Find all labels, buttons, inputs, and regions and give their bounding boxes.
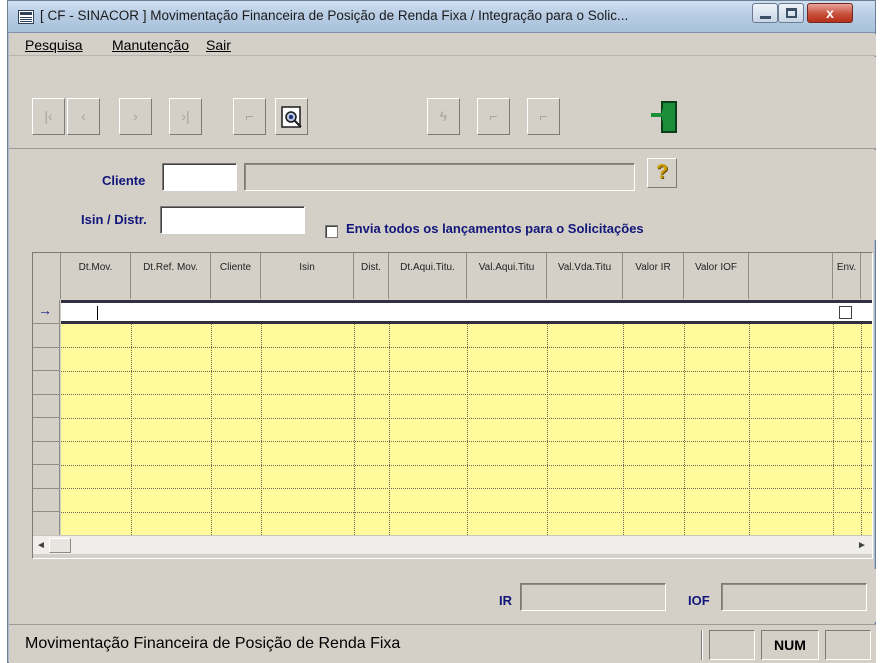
lancamentos-grid[interactable]: Dt.Mov. Dt.Ref. Mov. Cliente Isin Dist. … [32,252,873,559]
menu-pesquisa[interactable]: Pesquisa [25,37,83,53]
envia-todos-label: Envia todos os lançamentos para o Solici… [346,221,644,236]
search-binoculars-icon [281,106,302,128]
current-row-arrow-icon: → [38,302,52,318]
text-caret [97,306,98,320]
first-record-icon: |‹ [44,108,53,124]
column-header-blank[interactable] [749,253,833,299]
menu-bar: Pesquisa Manutenção Sair [9,34,876,56]
horizontal-scrollbar[interactable]: ◄ ► [33,535,872,554]
grid-column-divider [211,300,212,535]
num-lock-indicator: NUM [761,630,819,660]
last-record-icon: ›| [181,108,190,124]
window-form-icon[interactable] [18,10,34,24]
menu-manutencao[interactable]: Manutenção [112,37,189,53]
last-record-button[interactable]: ›| [169,98,202,135]
row-indicator[interactable] [33,371,60,395]
column-header-dt-mov[interactable]: Dt.Mov. [61,253,131,299]
envia-todos-checkbox[interactable] [325,225,338,238]
exit-button[interactable] [651,99,679,135]
cliente-label: Cliente [102,173,146,188]
column-header-val-vda-titu[interactable]: Val.Vda.Titu [547,253,623,299]
grid-column-divider [861,300,862,535]
application-window: [ CF - SINACOR ] Movimentação Financeira… [7,0,876,663]
column-header-env[interactable]: Env. [833,253,861,299]
grid-column-divider [749,300,750,535]
minimize-button[interactable] [752,3,778,23]
grid-column-divider [354,300,355,535]
execute-button[interactable]: ϟ [427,98,460,135]
scrollbar-thumb[interactable] [49,538,71,553]
row-indicator-header [33,253,61,299]
previous-record-icon: ‹ [81,108,86,124]
status-divider [701,630,703,660]
row-indicator[interactable] [33,418,60,442]
status-cell-empty [825,630,871,660]
row-indicator[interactable] [33,324,60,348]
previous-record-button[interactable]: ‹ [67,98,100,135]
column-header-val-aqui-titu[interactable]: Val.Aqui.Titu [467,253,547,299]
cliente-name-field [244,163,635,191]
status-message: Movimentação Financeira de Posição de Re… [25,635,401,652]
column-header-valor-ir[interactable]: Valor IR [623,253,684,299]
confirm-icon: ⌐ [539,108,548,124]
minimize-icon [760,16,771,19]
column-header-isin[interactable]: Isin [261,253,354,299]
new-record-button[interactable]: ⌐ [233,98,266,135]
row-indicator[interactable] [33,465,60,489]
status-cell-empty [709,630,755,660]
row-indicator[interactable] [33,394,60,418]
ir-total-field [520,583,666,611]
row-indicator[interactable] [33,347,60,371]
grid-column-divider [684,300,685,535]
status-bar: Movimentação Financeira de Posição de Re… [9,624,876,663]
totals-panel: IR IOF [9,569,876,622]
new-record-icon: ⌐ [245,108,254,124]
grid-column-divider [623,300,624,535]
maximize-icon [786,8,797,18]
column-header-dt-ref-mov[interactable]: Dt.Ref. Mov. [131,253,211,299]
row-indicator[interactable] [33,488,60,512]
grid-column-divider [261,300,262,535]
grid-column-divider [833,300,834,535]
window-title: [ CF - SINACOR ] Movimentação Financeira… [40,8,629,23]
grid-column-divider [547,300,548,535]
row-indicator[interactable] [33,512,60,536]
scroll-left-icon[interactable]: ◄ [36,540,46,551]
confirm-button[interactable]: ⌐ [527,98,560,135]
isin-distr-label: Isin / Distr. [81,212,147,227]
toolbar: |‹ ‹ › ›| ⌐ ϟ ⌐ ⌐ [9,57,876,149]
close-button[interactable]: x [807,3,853,23]
row-indicator[interactable]: → [33,300,60,324]
row-indicator-column: → [33,300,60,536]
active-grid-row[interactable] [61,300,872,324]
close-icon: x [826,5,834,21]
column-header-dist[interactable]: Dist. [354,253,389,299]
ir-label: IR [499,593,512,608]
grid-column-divider [467,300,468,535]
column-header-cliente[interactable]: Cliente [211,253,261,299]
isin-distr-field[interactable] [160,206,305,234]
iof-total-field [721,583,867,611]
first-record-button[interactable]: |‹ [32,98,65,135]
grid-column-divider [389,300,390,535]
cliente-code-field[interactable] [162,163,237,191]
cancel-icon: ⌐ [489,108,498,124]
maximize-button[interactable] [778,3,804,23]
column-header-valor-iof[interactable]: Valor IOF [684,253,749,299]
column-header-dt-aqui-titu[interactable]: Dt.Aqui.Titu. [389,253,467,299]
lightning-icon: ϟ [439,108,448,124]
search-button[interactable] [275,98,308,135]
grid-column-divider [131,300,132,535]
next-record-button[interactable]: › [119,98,152,135]
next-record-icon: › [133,108,138,124]
iof-label: IOF [688,593,710,608]
cliente-lookup-button[interactable]: ? [647,158,677,188]
cancel-button[interactable]: ⌐ [477,98,510,135]
scroll-right-icon[interactable]: ► [857,540,867,551]
question-mark-icon: ? [656,161,669,183]
row-indicator[interactable] [33,441,60,465]
menu-sair[interactable]: Sair [206,37,231,53]
env-row-checkbox[interactable] [839,306,852,319]
title-bar: [ CF - SINACOR ] Movimentação Financeira… [8,1,875,33]
